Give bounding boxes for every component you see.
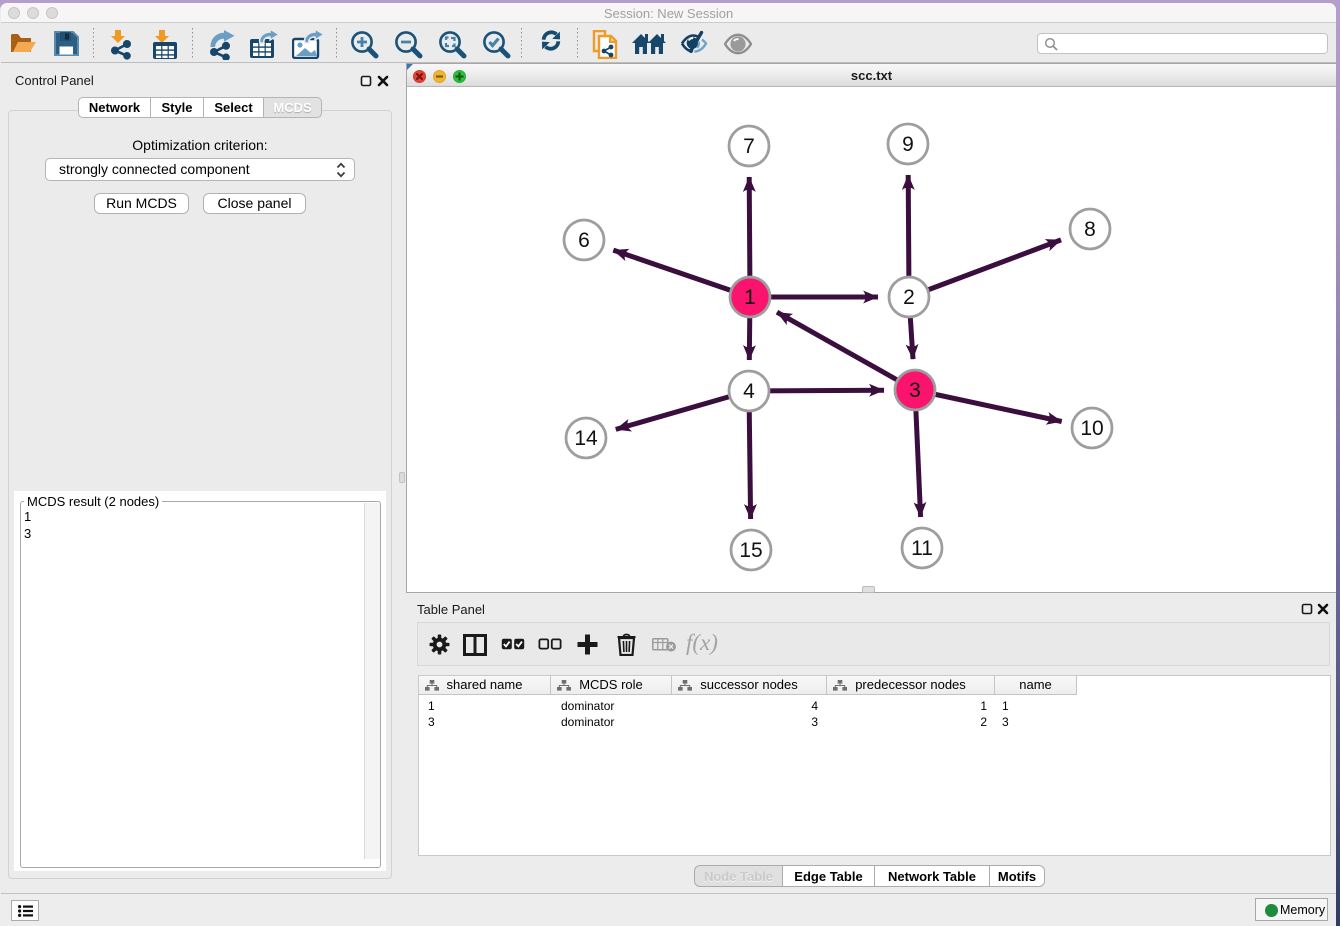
svg-text:2: 2 [903,286,915,309]
svg-text:14: 14 [574,427,598,450]
svg-text:1: 1 [744,286,756,309]
svg-text:9: 9 [902,133,914,156]
svg-text:3: 3 [909,379,921,402]
svg-text:7: 7 [743,135,755,158]
svg-text:15: 15 [739,539,762,562]
svg-text:4: 4 [743,380,755,403]
svg-text:8: 8 [1084,218,1096,241]
svg-text:10: 10 [1080,417,1103,440]
svg-text:11: 11 [911,537,933,560]
svg-text:6: 6 [578,229,590,252]
